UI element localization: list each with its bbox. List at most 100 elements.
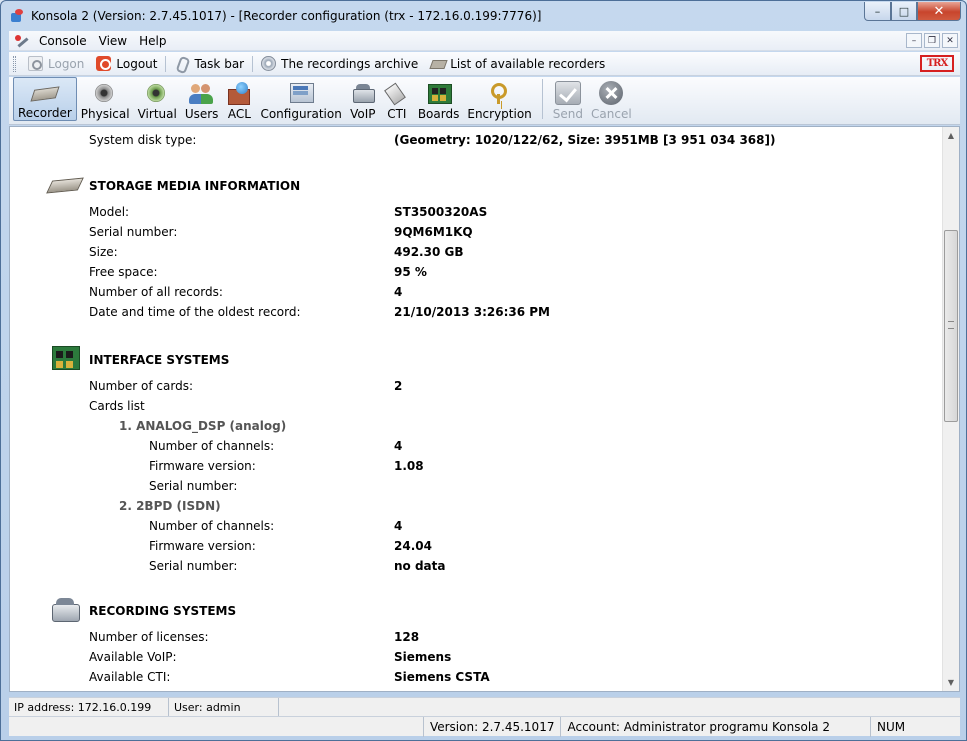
recording-section-header: RECORDING SYSTEMS (10, 596, 940, 626)
hard-disk-icon (48, 171, 82, 199)
tool-users[interactable]: Users (181, 77, 223, 121)
mdi-minimize-button[interactable]: – (906, 33, 922, 48)
field-label: Firmware version: (149, 459, 256, 473)
logon-button[interactable]: Logon (22, 56, 90, 71)
close-button[interactable]: ✕ (917, 2, 961, 21)
recorder-icon (32, 80, 58, 104)
scroll-up-arrow[interactable]: ▲ (943, 127, 959, 144)
field-value: 4 (394, 285, 403, 299)
toolbar-separator (165, 55, 167, 72)
mdi-restore-button[interactable]: ❐ (924, 33, 940, 48)
field-label: Number of licenses: (89, 630, 209, 644)
field-value: 4 (394, 519, 403, 533)
menu-help[interactable]: Help (135, 34, 174, 48)
info-row: Date and time of the oldest record: 21/1… (10, 305, 940, 323)
info-row: Serial number: 9QM6M1KQ (10, 225, 940, 243)
info-row: Number of licenses: 128 (10, 630, 940, 648)
recordings-archive-button[interactable]: The recordings archive (255, 56, 424, 71)
menu-console[interactable]: Console (35, 34, 95, 48)
field-value: 95 % (394, 265, 427, 279)
key-icon (487, 81, 513, 105)
tool-physical[interactable]: Physical (77, 77, 134, 121)
users-icon (188, 81, 215, 105)
field-value: 9QM6M1KQ (394, 225, 473, 239)
paperclip-icon (174, 56, 189, 71)
app-icon[interactable] (9, 8, 25, 24)
scroll-area[interactable]: System disk type: (Geometry: 1020/122/62… (10, 127, 942, 691)
cti-handset-icon (384, 81, 410, 105)
field-label: Serial number: (89, 225, 178, 239)
scroll-down-arrow[interactable]: ▼ (943, 674, 959, 691)
minimize-button[interactable]: – (864, 2, 891, 21)
field-label: Date and time of the oldest record: (89, 305, 301, 319)
available-recorders-button[interactable]: List of available recorders (424, 56, 611, 71)
tool-label: Encryption (467, 107, 532, 121)
field-label: System disk type: (89, 133, 197, 147)
application-status-bar: Version: 2.7.45.1017 Account: Administra… (9, 716, 960, 737)
interface-card-icon (48, 345, 82, 373)
logon-label: Logon (48, 56, 85, 71)
tool-boards[interactable]: Boards (414, 77, 464, 121)
tool-send[interactable]: Send (549, 77, 587, 121)
section-title: STORAGE MEDIA INFORMATION (89, 179, 301, 193)
info-row: Number of channels: 4 (10, 519, 940, 537)
voip-phone-icon (350, 81, 376, 105)
tool-label: CTI (387, 107, 407, 121)
info-row: Available CTI: Siemens CSTA (10, 670, 940, 688)
storage-section-header: STORAGE MEDIA INFORMATION (10, 171, 940, 201)
field-value: (Geometry: 1020/122/62, Size: 3951MB [3 … (394, 133, 776, 147)
field-label: Firmware version: (149, 539, 256, 553)
acl-icon (226, 81, 252, 105)
field-label: Serial number: (149, 479, 238, 493)
disc-icon (261, 56, 277, 71)
tool-label: Send (552, 107, 584, 121)
tool-cti[interactable]: CTI (380, 77, 414, 121)
field-value: no data (394, 559, 446, 573)
toolbar-grip[interactable] (13, 55, 16, 72)
interface-section-header: INTERFACE SYSTEMS (10, 345, 940, 375)
tool-encryption[interactable]: Encryption (463, 77, 535, 121)
tool-label: ACL (227, 107, 251, 121)
window-controls: – □ ✕ (864, 2, 961, 21)
logout-button[interactable]: Logout (90, 56, 163, 71)
field-label: Available CTI: (89, 670, 171, 684)
account-status: Account: Administrator programu Konsola … (560, 716, 836, 737)
field-label: Number of channels: (149, 439, 275, 453)
mdi-close-button[interactable]: ✕ (942, 33, 958, 48)
tool-voip[interactable]: VoIP (346, 77, 380, 121)
field-value: 2 (394, 379, 403, 393)
tool-virtual[interactable]: Virtual (134, 77, 181, 121)
vertical-scrollbar[interactable]: ▲ ▼ (942, 127, 959, 691)
version-status: Version: 2.7.45.1017 (422, 716, 561, 737)
tool-label: Recorder (18, 106, 72, 120)
title-bar[interactable]: Konsola 2 (Version: 2.7.45.1017) - [Reco… (1, 1, 966, 31)
tool-cancel[interactable]: Cancel (587, 77, 636, 121)
info-row: Model: ST3500320AS (10, 205, 940, 223)
tool-configuration[interactable]: Configuration (256, 77, 345, 121)
tool-label: Users (184, 107, 219, 121)
field-value: 4 (394, 439, 403, 453)
maximize-button[interactable]: □ (891, 2, 917, 21)
trx-logo: TRX (920, 55, 954, 72)
field-label: Size: (89, 245, 118, 259)
field-value: 1.08 (394, 459, 424, 473)
info-row: Number of all records: 4 (10, 285, 940, 303)
menu-view[interactable]: View (95, 34, 135, 48)
field-value: 128 (394, 630, 420, 644)
user-status: User: admin (169, 697, 279, 717)
field-label: Available VoIP: (89, 650, 177, 664)
recorder-info-panel: System disk type: (Geometry: 1020/122/62… (9, 126, 960, 692)
virtual-speaker-icon (144, 81, 170, 105)
info-row: Number of channels: 4 (10, 439, 940, 457)
field-label: Number of channels: (149, 519, 275, 533)
board-icon (426, 81, 452, 105)
tool-recorder[interactable]: Recorder (13, 77, 77, 121)
tool-acl[interactable]: ACL (222, 77, 256, 121)
available-recorders-label: List of available recorders (450, 56, 606, 71)
task-bar-button[interactable]: Task bar (168, 56, 250, 71)
field-value: Siemens CSTA (394, 670, 490, 684)
power-icon (96, 56, 112, 71)
scrollbar-thumb[interactable] (944, 230, 958, 422)
main-toolbar: Recorder Physical Virtual Users ACL Conf… (9, 77, 960, 125)
field-label: Number of cards: (89, 379, 193, 393)
